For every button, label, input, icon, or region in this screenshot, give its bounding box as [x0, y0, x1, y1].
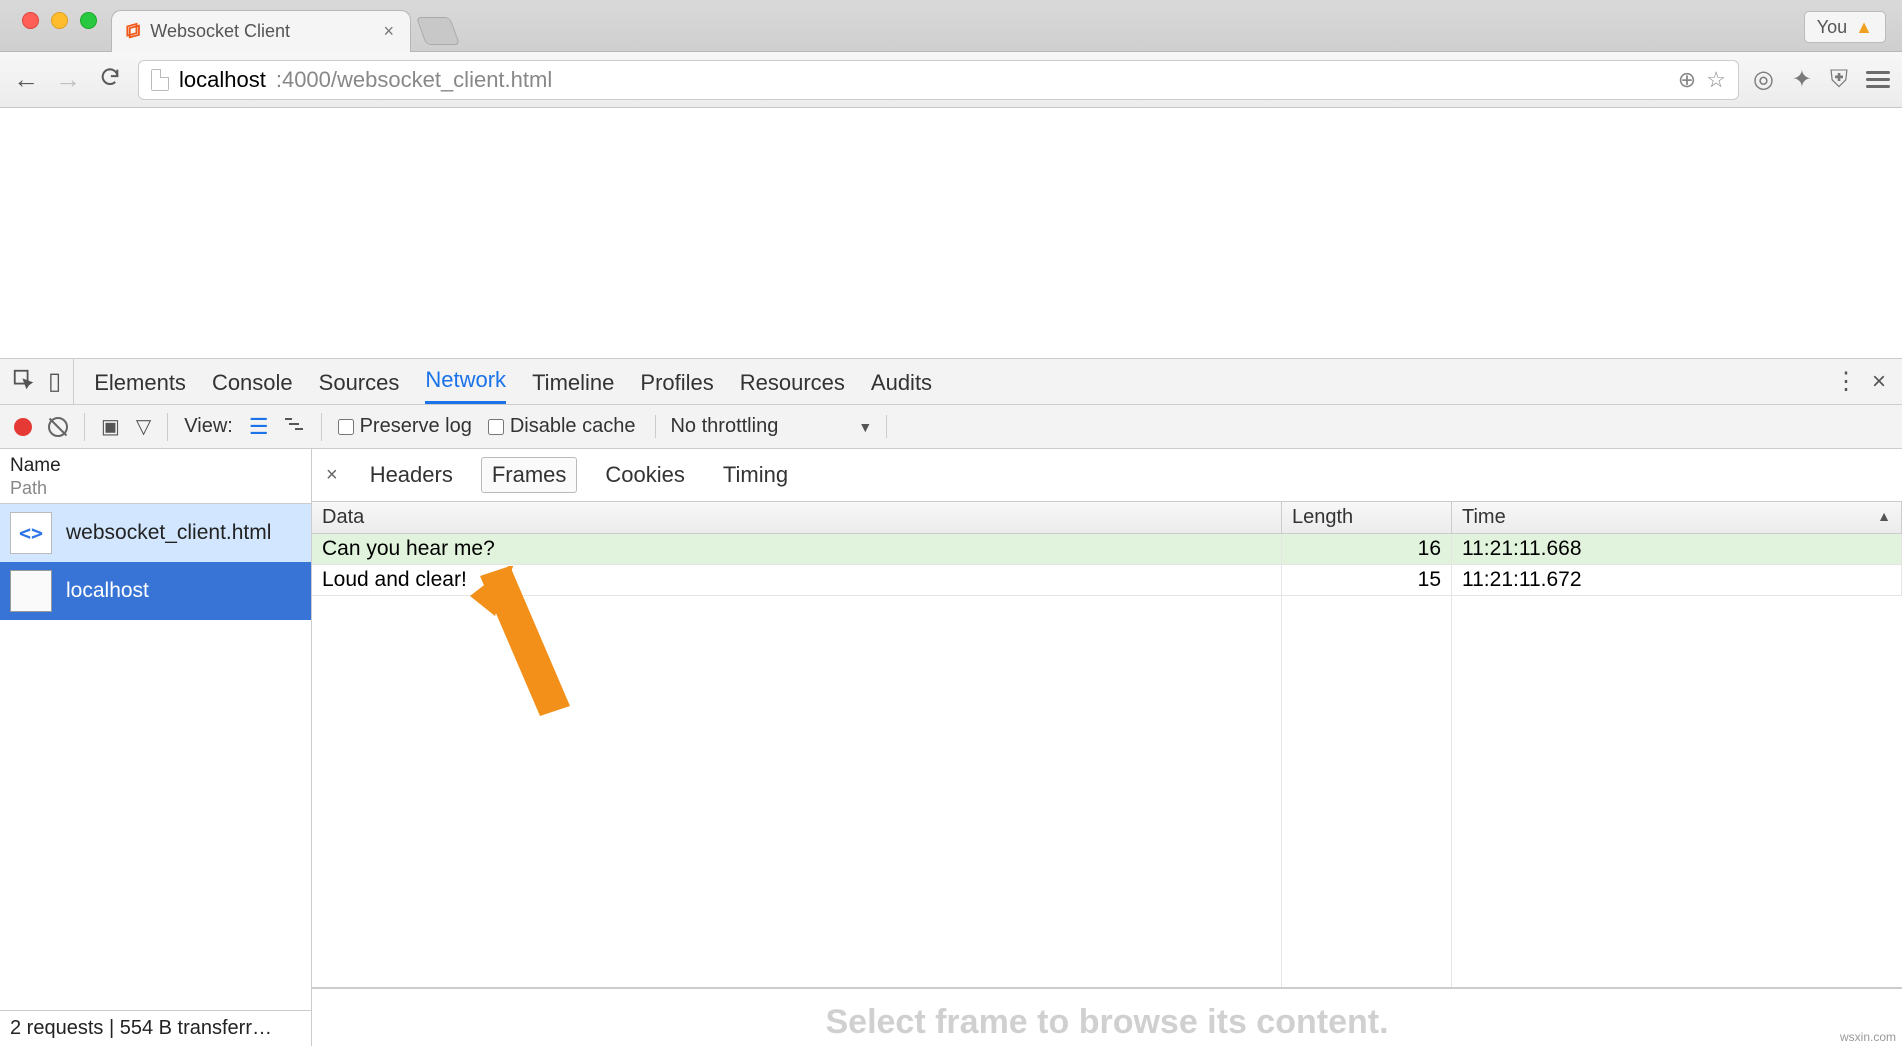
disable-cache-label: Disable cache	[510, 415, 636, 438]
extension-shield-icon[interactable]: ⛨	[1830, 66, 1848, 94]
html-file-icon: <>	[10, 512, 52, 554]
tab-title: Websocket Client	[150, 21, 373, 42]
browser-tabstrip: ⧉ Websocket Client × You ▲	[0, 0, 1902, 52]
disable-cache-checkbox[interactable]: Disable cache	[488, 415, 636, 438]
menu-icon[interactable]	[1866, 67, 1890, 92]
address-bar[interactable]: localhost :4000/websocket_client.html ⊕ ☆	[138, 60, 1739, 100]
tab-console[interactable]: Console	[212, 360, 293, 404]
requests-header[interactable]: Name Path	[0, 449, 311, 504]
tab-sources[interactable]: Sources	[319, 360, 400, 404]
frame-data: Loud and clear!	[312, 565, 1282, 595]
window-close-icon[interactable]	[22, 12, 39, 29]
reload-button[interactable]	[96, 64, 124, 95]
col-data: Data	[312, 502, 1282, 533]
frame-row[interactable]: Can you hear me? 16 11:21:11.668	[312, 534, 1902, 565]
throttling-select[interactable]: No throttling ▼	[655, 415, 887, 438]
zoom-icon[interactable]: ⊕	[1678, 67, 1696, 93]
request-name: websocket_client.html	[66, 521, 271, 545]
tab-network[interactable]: Network	[425, 357, 506, 404]
url-host: localhost	[179, 67, 266, 93]
throttling-value: No throttling	[670, 415, 778, 438]
page-file-icon	[151, 69, 169, 91]
screenshot-icon[interactable]: ▣	[101, 414, 120, 439]
extension-icons: ◎ ✦ ⛨	[1753, 65, 1890, 94]
tab-timeline[interactable]: Timeline	[532, 360, 614, 404]
frame-time: 11:21:11.668	[1452, 534, 1902, 564]
url-path: :4000/websocket_client.html	[276, 67, 552, 93]
tab-resources[interactable]: Resources	[740, 360, 845, 404]
col-time: Time ▲	[1452, 502, 1902, 533]
frames-empty-area	[312, 596, 1902, 988]
request-row[interactable]: localhost	[0, 562, 311, 620]
preserve-log-checkbox[interactable]: Preserve log	[338, 415, 472, 438]
devtools-tabbar: ▯ Elements Console Sources Network Timel…	[0, 359, 1902, 405]
network-toolbar: ▣ ▽ View: ☰ Preserve log Disable cache N…	[0, 405, 1902, 449]
preserve-log-label: Preserve log	[360, 415, 472, 438]
extension-puzzle-icon[interactable]: ✦	[1792, 65, 1812, 94]
requests-panel: Name Path <> websocket_client.html local…	[0, 449, 312, 1046]
warning-icon: ▲	[1855, 17, 1873, 38]
devtools-panel: ▯ Elements Console Sources Network Timel…	[0, 358, 1902, 1046]
profile-label: You	[1817, 17, 1847, 38]
view-waterfall-icon[interactable]	[283, 415, 305, 438]
requests-status: 2 requests | 554 B transferr…	[0, 1010, 311, 1046]
frame-row[interactable]: Loud and clear! 15 11:21:11.672	[312, 565, 1902, 596]
new-tab-button[interactable]	[416, 17, 460, 45]
devtools-close-icon[interactable]: ×	[1872, 368, 1886, 396]
browser-tab[interactable]: ⧉ Websocket Client ×	[111, 10, 411, 52]
detail-tab-frames[interactable]: Frames	[481, 457, 578, 493]
bookmark-star-icon[interactable]: ☆	[1706, 67, 1726, 93]
sort-asc-icon: ▲	[1877, 508, 1891, 524]
frames-header-row[interactable]: Data Length Time ▲	[312, 502, 1902, 534]
watermark: wsxin.com	[1840, 1030, 1896, 1044]
frame-length: 15	[1282, 565, 1452, 595]
detail-tab-timing[interactable]: Timing	[713, 458, 798, 492]
frame-data: Can you hear me?	[312, 534, 1282, 564]
tab-audits[interactable]: Audits	[871, 360, 932, 404]
col-path: Path	[10, 478, 301, 500]
clear-button[interactable]	[48, 417, 68, 437]
inspect-element-icon[interactable]	[12, 368, 34, 396]
frame-time: 11:21:11.672	[1452, 565, 1902, 595]
chevron-down-icon: ▼	[858, 419, 872, 435]
tab-favicon-icon: ⧉	[126, 18, 140, 45]
window-traffic-lights	[8, 0, 111, 51]
window-zoom-icon[interactable]	[80, 12, 97, 29]
record-button[interactable]	[14, 418, 32, 436]
request-row[interactable]: <> websocket_client.html	[0, 504, 311, 562]
tab-profiles[interactable]: Profiles	[640, 360, 713, 404]
view-list-icon[interactable]: ☰	[249, 414, 267, 440]
window-minimize-icon[interactable]	[51, 12, 68, 29]
col-name: Name	[10, 455, 301, 478]
filter-icon[interactable]: ▽	[136, 414, 151, 439]
col-length: Length	[1282, 502, 1452, 533]
page-content	[0, 108, 1902, 358]
device-toggle-icon[interactable]: ▯	[48, 367, 61, 396]
tab-close-icon[interactable]: ×	[383, 21, 394, 42]
tab-elements[interactable]: Elements	[94, 360, 186, 404]
devtools-more-icon[interactable]: ⋮	[1834, 367, 1854, 396]
detail-close-icon[interactable]: ×	[326, 464, 338, 487]
forward-button[interactable]: →	[54, 64, 82, 95]
view-label: View:	[184, 415, 233, 438]
back-button[interactable]: ←	[12, 64, 40, 95]
frame-length: 16	[1282, 534, 1452, 564]
detail-tab-cookies[interactable]: Cookies	[595, 458, 694, 492]
frames-hint: Select frame to browse its content.	[312, 988, 1902, 1046]
websocket-file-icon	[10, 570, 52, 612]
detail-tab-headers[interactable]: Headers	[360, 458, 463, 492]
profile-button[interactable]: You ▲	[1804, 11, 1886, 43]
request-name: localhost	[66, 579, 149, 603]
extension-info-icon[interactable]: ◎	[1753, 65, 1774, 94]
browser-toolbar: ← → localhost :4000/websocket_client.html…	[0, 52, 1902, 108]
request-detail-panel: × Headers Frames Cookies Timing Data Len…	[312, 449, 1902, 1046]
